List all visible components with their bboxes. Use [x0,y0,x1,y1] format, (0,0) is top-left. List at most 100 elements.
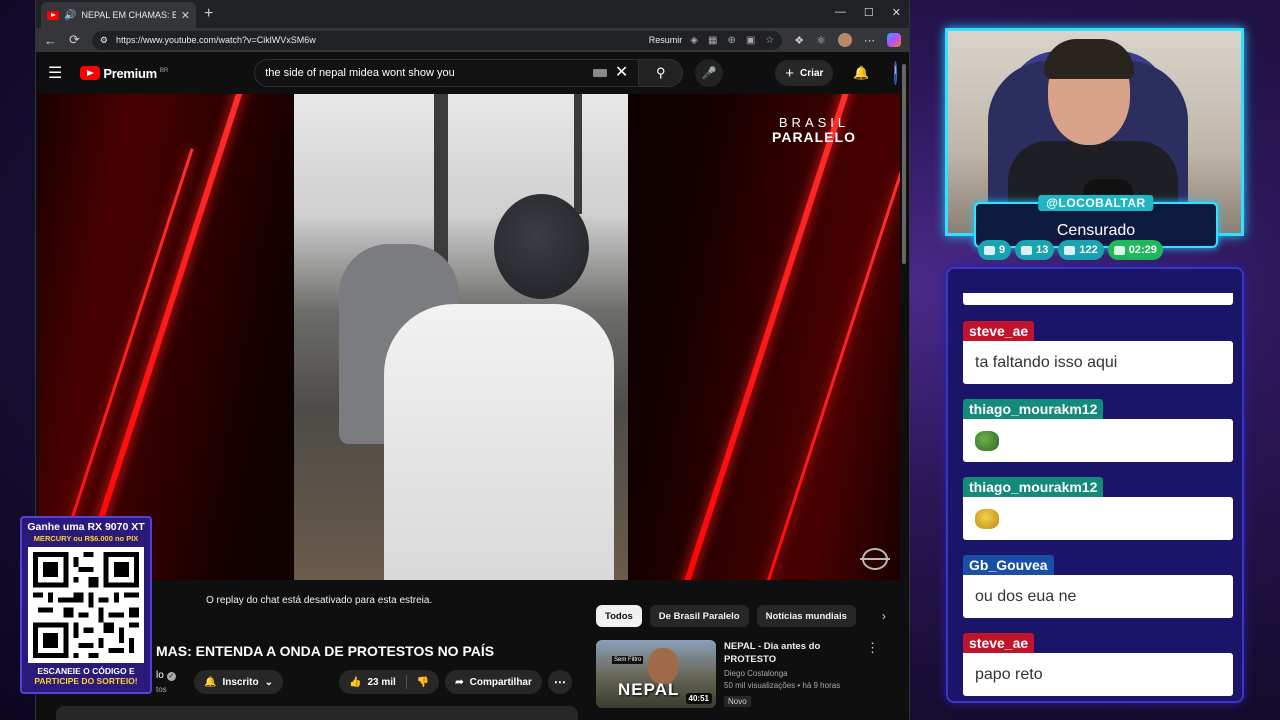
more-options-icon[interactable]: ⋮ [866,640,879,709]
recommended-meta: 50 mil visualizações • há 9 horas [724,680,841,690]
stat-viewers: 122 [1058,240,1104,260]
create-button[interactable]: + Criar [775,60,834,86]
keyboard-icon[interactable] [592,69,607,77]
notifications-bell-icon[interactable]: 🔔 [853,65,869,81]
speaker-icon[interactable]: 🔊 [64,10,76,21]
description-box[interactable] [56,706,578,720]
video-actions: 👍 23 mil 👎 ➦ Compartilhar ⋯ [339,670,572,694]
stream-status: Censurado [1056,222,1136,239]
video-player[interactable]: BRASIL PARALELO [38,94,900,580]
channel-subscribers: tos [156,685,167,694]
chat-message: steve_ae papo reto [963,633,1233,696]
maximize-icon[interactable]: ☐ [864,6,874,19]
new-badge: Novo [724,696,751,708]
window-controls: — ☐ ✕ [835,6,901,19]
voice-search-button[interactable]: 🎤 [695,59,724,87]
thumbnail-face [648,648,678,684]
apps-icon[interactable]: ▦ [708,35,717,46]
video-duration: 40:51 [685,693,712,704]
zoom-icon[interactable]: ⊕ [727,35,735,46]
resumir-button[interactable]: Resumir [649,35,683,45]
tree-trunk [574,94,582,214]
chip-de-brasil-paralelo[interactable]: De Brasil Paralelo [649,605,749,627]
chevron-right-icon[interactable]: › [882,609,886,623]
video-thumbnail[interactable]: Sem Filtro NEPAL 40:51 [596,640,716,708]
youtube-play-icon [80,66,101,80]
close-tab-icon[interactable]: ✕ [181,9,190,22]
chat-username: steve_ae [963,633,1035,653]
chat-username: thiago_mourakm12 [963,477,1104,497]
recommended-title[interactable]: NEPAL - Dia antes do PROTESTO [724,640,854,667]
chat-text: papo reto [963,653,1233,696]
stat-chat: 9 [978,240,1012,260]
search-input[interactable]: the side of nepal midea wont show you ✕ [254,59,640,87]
chip-todos[interactable]: Todos [596,605,642,627]
puzzle-icon[interactable]: ⚛ [816,34,826,47]
account-avatar[interactable] [893,61,897,85]
viewers-icon [1064,245,1076,255]
thumbnail-word: NEPAL [618,680,680,699]
tree-trunk [434,94,448,264]
subscribe-area: 🔔 Inscrito ⌄ [194,670,283,694]
chevron-down-icon: ⌄ [264,676,273,688]
stream-chat-panel: steve_ae ta faltando isso aqui thiago_mo… [946,267,1244,703]
red-streak-decoration [715,168,900,580]
search-button[interactable]: ⚲ [639,59,684,87]
reload-icon[interactable]: ⟳ [69,32,80,48]
minimize-icon[interactable]: — [835,6,846,19]
hamburger-menu-icon[interactable]: ☰ [48,63,62,83]
extension-icon[interactable]: ❖ [794,34,804,47]
read-later-icon[interactable]: ▣ [746,35,755,46]
chat-disabled-notice: O replay do chat está desativado para es… [206,595,433,606]
recommended-channel[interactable]: Diego Costalonga [724,667,854,681]
stat-clock-value: 02:29 [1128,244,1157,256]
youtube-favicon-icon [47,10,59,20]
menu-dots-icon[interactable]: ⋯ [864,34,875,47]
share-icon: ➦ [455,676,464,688]
back-icon[interactable]: ← [44,33,57,48]
channel-name[interactable]: lo ✓ [156,670,176,681]
translate-icon[interactable]: ◈ [690,35,698,46]
more-actions-button[interactable]: ⋯ [547,670,572,694]
verified-icon: ✓ [166,672,176,681]
youtube-icon [1021,245,1033,255]
copilot-icon[interactable] [887,33,901,47]
chip-noticias-mundiais[interactable]: Notícias mundiais [756,605,856,627]
chat-message-partial [963,293,1233,305]
scrollbar-thumb[interactable] [902,64,906,264]
promo-line1: Ganhe uma RX 9070 XT [27,521,145,533]
qr-code [28,547,144,663]
giveaway-promo: Ganhe uma RX 9070 XT MERCURY ou R$6.000 … [20,516,152,694]
share-label: Compartilhar [469,676,532,688]
bookmark-star-icon[interactable]: ☆ [765,35,774,46]
logo-region: BR [159,67,169,74]
like-button[interactable]: 👍 23 mil [339,670,406,694]
browser-tab[interactable]: 🔊 NEPAL EM CHAMAS: ENTEND ✕ [41,2,196,28]
dislike-button[interactable]: 👎 [407,670,439,694]
address-bar[interactable]: ⚙ https://www.youtube.com/watch?v=CiklWV… [91,30,783,50]
share-button[interactable]: ➦ Compartilhar [445,670,542,694]
person-figure [384,304,614,580]
recommended-video[interactable]: Sem Filtro NEPAL 40:51 NEPAL - Dia antes… [596,640,879,709]
address-toolbar: ← ⟳ ⚙ https://www.youtube.com/watch?v=Ci… [36,28,909,52]
profile-avatar[interactable] [838,33,852,47]
subscribed-button[interactable]: 🔔 Inscrito ⌄ [194,670,283,694]
pepe-emote-icon [975,430,999,451]
close-window-icon[interactable]: ✕ [892,6,901,19]
search-query[interactable]: the side of nepal midea wont show you [265,67,585,79]
thumbnail-tag: Sem Filtro [612,656,644,664]
promo-line2: MERCURY ou R$6.000 no PIX [33,534,139,543]
chat-message: steve_ae ta faltando isso aqui [963,321,1233,384]
url-text[interactable]: https://www.youtube.com/watch?v=CiklWVxS… [116,35,641,45]
youtube-logo[interactable]: Premium BR [80,66,168,81]
browser-window: 🔊 NEPAL EM CHAMAS: ENTEND ✕ + — ☐ ✕ ← ⟳ … [35,0,910,720]
red-streak-decoration [665,94,857,580]
brand-mark-icon [860,548,890,570]
new-tab-icon[interactable]: + [204,6,213,22]
chat-text: ta faltando isso aqui [963,341,1233,384]
chat-message: thiago_mourakm12 [963,477,1233,540]
clear-search-icon[interactable]: ✕ [615,65,628,81]
site-info-icon[interactable]: ⚙ [100,35,108,46]
person-head [494,194,589,299]
create-label: Criar [799,67,824,79]
